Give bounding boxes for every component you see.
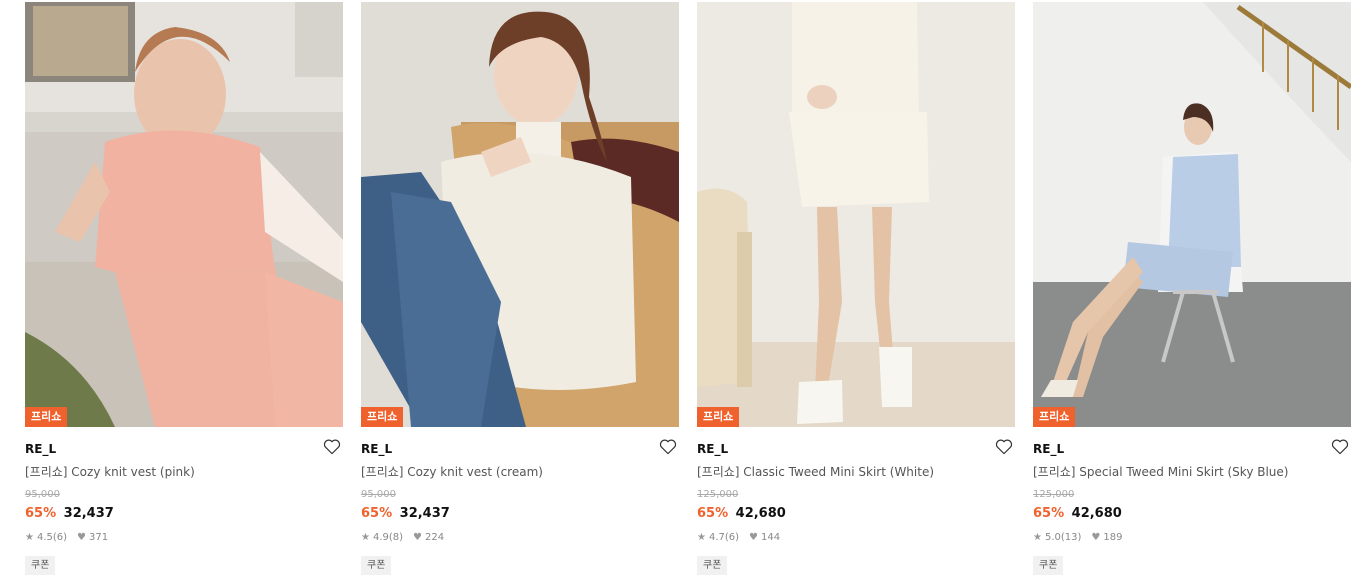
product-card[interactable]: 프리쇼 RE_L [프리쇼] Special Tweed Mini Skirt … (1033, 2, 1351, 586)
coupon-tag: 쿠폰 (697, 556, 728, 575)
rating-value: 5.0 (1044, 532, 1061, 543)
product-image[interactable]: 프리쇼 (361, 2, 679, 427)
product-grid: 프리쇼 RE_L [프리쇼] Cozy knit vest (pink) 95,… (0, 0, 1357, 588)
product-image[interactable]: 프리쇼 (1033, 2, 1351, 427)
product-stats: ★ 4.5 (6) ♥ 371 (25, 531, 343, 544)
star-icon: ★ (1033, 532, 1042, 543)
product-photo-pink-vest (25, 2, 343, 427)
discount-rate: 65% (697, 506, 729, 521)
brand-name[interactable]: RE_L (25, 441, 343, 457)
product-stats: ★ 4.7 (6) ♥ 144 (697, 531, 1015, 544)
brand-name[interactable]: RE_L (697, 441, 1015, 457)
product-name[interactable]: [프리쇼] Special Tweed Mini Skirt (Sky Blue… (1033, 465, 1351, 480)
preshow-badge: 프리쇼 (1033, 407, 1076, 427)
review-count: (8) (388, 532, 404, 543)
discount-rate: 65% (361, 506, 393, 521)
likes-count: 224 (425, 532, 445, 543)
product-photo-skyblue-skirt (1033, 2, 1351, 427)
preshow-badge: 프리쇼 (361, 407, 404, 427)
sale-price: 42,680 (735, 506, 786, 521)
price-row: 65% 32,437 (25, 505, 343, 522)
rating-value: 4.7 (708, 532, 725, 543)
discount-rate: 65% (1033, 506, 1065, 521)
review-count: (6) (724, 532, 740, 543)
product-card[interactable]: 프리쇼 RE_L [프리쇼] Classic Tweed Mini Skirt … (697, 2, 1015, 586)
original-price: 125,000 (697, 489, 739, 500)
product-card[interactable]: 프리쇼 RE_L [프리쇼] Cozy knit vest (cream) 95… (361, 2, 679, 586)
preshow-badge: 프리쇼 (25, 407, 68, 427)
star-icon: ★ (697, 532, 706, 543)
original-price: 95,000 (361, 489, 396, 500)
rating-value: 4.5 (36, 532, 53, 543)
review-count: (6) (52, 532, 68, 543)
price-row: 65% 32,437 (361, 505, 679, 522)
product-stats: ★ 5.0 (13) ♥ 189 (1033, 531, 1351, 544)
product-image[interactable]: 프리쇼 (697, 2, 1015, 427)
coupon-tag: 쿠폰 (25, 556, 56, 575)
likes-count: 371 (89, 532, 109, 543)
price-row: 65% 42,680 (697, 505, 1015, 522)
discount-rate: 65% (25, 506, 57, 521)
sale-price: 32,437 (63, 506, 114, 521)
wishlist-heart-icon[interactable] (1331, 438, 1349, 455)
original-price: 125,000 (1033, 489, 1075, 500)
product-photo-white-skirt (697, 2, 1015, 427)
star-icon: ★ (361, 532, 370, 543)
brand-name[interactable]: RE_L (1033, 441, 1351, 457)
sale-price: 42,680 (1071, 506, 1122, 521)
likes-heart-icon: ♥ (1091, 532, 1101, 543)
coupon-tag: 쿠폰 (361, 556, 392, 575)
product-image[interactable]: 프리쇼 (25, 2, 343, 427)
likes-heart-icon: ♥ (413, 532, 423, 543)
review-count: (13) (1060, 532, 1082, 543)
product-name[interactable]: [프리쇼] Cozy knit vest (cream) (361, 465, 679, 480)
likes-count: 189 (1103, 532, 1123, 543)
brand-name[interactable]: RE_L (361, 441, 679, 457)
star-icon: ★ (25, 532, 34, 543)
wishlist-heart-icon[interactable] (659, 438, 677, 455)
product-name[interactable]: [프리쇼] Cozy knit vest (pink) (25, 465, 343, 480)
preshow-badge: 프리쇼 (697, 407, 740, 427)
original-price: 95,000 (25, 489, 60, 500)
price-row: 65% 42,680 (1033, 505, 1351, 522)
likes-heart-icon: ♥ (77, 532, 87, 543)
wishlist-heart-icon[interactable] (323, 438, 341, 455)
product-photo-cream-vest (361, 2, 679, 427)
rating-value: 4.9 (372, 532, 389, 543)
sale-price: 32,437 (399, 506, 450, 521)
wishlist-heart-icon[interactable] (995, 438, 1013, 455)
likes-count: 144 (761, 532, 781, 543)
coupon-tag: 쿠폰 (1033, 556, 1064, 575)
product-card[interactable]: 프리쇼 RE_L [프리쇼] Cozy knit vest (pink) 95,… (25, 2, 343, 586)
product-name[interactable]: [프리쇼] Classic Tweed Mini Skirt (White) (697, 465, 1015, 480)
product-stats: ★ 4.9 (8) ♥ 224 (361, 531, 679, 544)
likes-heart-icon: ♥ (749, 532, 759, 543)
